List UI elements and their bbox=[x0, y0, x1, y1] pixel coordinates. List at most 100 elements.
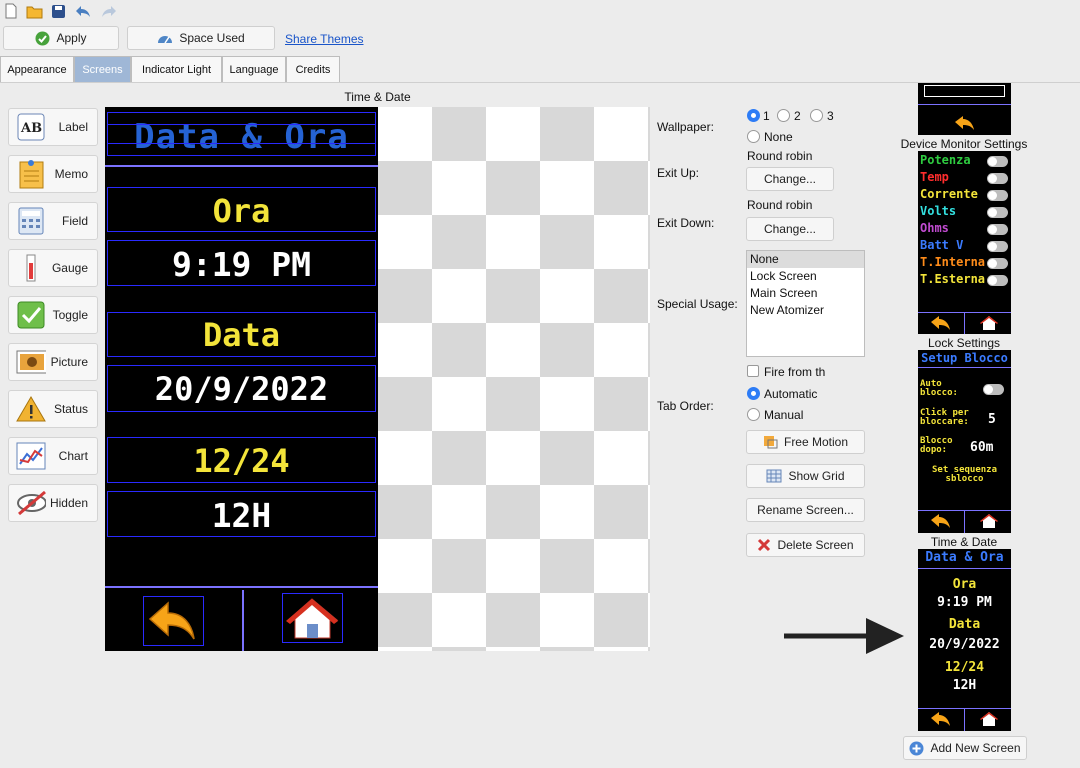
delete-screen-button[interactable]: Delete Screen bbox=[746, 533, 865, 557]
dm-item-label: Corrente bbox=[920, 187, 978, 201]
fire-checkbox[interactable] bbox=[747, 365, 759, 377]
rename-screen-button[interactable]: Rename Screen... bbox=[746, 498, 865, 522]
save-icon[interactable] bbox=[51, 4, 66, 19]
show-grid-button[interactable]: Show Grid bbox=[746, 464, 865, 488]
wallpaper-radio-none[interactable] bbox=[747, 130, 760, 143]
undo-icon[interactable] bbox=[74, 4, 92, 18]
free-motion-button[interactable]: Free Motion bbox=[746, 430, 865, 454]
lock-auto-toggle[interactable] bbox=[983, 384, 1004, 395]
dm-item-toggle[interactable] bbox=[987, 258, 1008, 269]
preview-back-arrow-icon bbox=[955, 116, 974, 130]
widget-memo[interactable]: Memo bbox=[8, 155, 98, 193]
widget-picture[interactable]: Picture bbox=[8, 343, 98, 381]
tab-order-manual-radio[interactable] bbox=[747, 408, 760, 421]
separator-line bbox=[105, 165, 378, 167]
wallpaper-opt-1: 1 bbox=[763, 109, 770, 123]
tab-credits[interactable]: Credits bbox=[286, 56, 340, 83]
add-new-screen-button[interactable]: Add New Screen bbox=[903, 736, 1027, 760]
widget-label[interactable]: AB Label bbox=[8, 108, 98, 146]
hidden-eye-icon bbox=[16, 488, 46, 518]
special-option-atomizer[interactable]: New Atomizer bbox=[747, 302, 864, 319]
dm-item-label: Potenza bbox=[920, 153, 971, 167]
exit-down-change-button[interactable]: Change... bbox=[746, 217, 834, 241]
preview-device-monitor[interactable]: Potenza Temp Corrente Volts Ohms Batt V T.Inte… bbox=[918, 151, 1011, 334]
exit-up-label: Exit Up: bbox=[657, 166, 700, 180]
exit-up-change-button[interactable]: Change... bbox=[746, 167, 834, 191]
wallpaper-radio-1[interactable] bbox=[747, 109, 760, 122]
time-field[interactable]: 9:19 PM bbox=[107, 240, 376, 286]
home-icon bbox=[286, 598, 339, 639]
open-folder-icon[interactable] bbox=[26, 4, 43, 19]
calculator-icon bbox=[16, 206, 46, 236]
widget-gauge[interactable]: Gauge bbox=[8, 249, 98, 287]
tab-appearance[interactable]: Appearance bbox=[0, 56, 74, 83]
grid-icon bbox=[766, 469, 782, 483]
td-date-text: 20/9/2022 bbox=[929, 637, 1000, 652]
footer-divider bbox=[242, 590, 244, 651]
back-button[interactable] bbox=[143, 596, 204, 646]
special-option-none[interactable]: None bbox=[747, 251, 864, 268]
preview-top-screen[interactable] bbox=[918, 83, 1011, 135]
share-themes-link[interactable]: Share Themes bbox=[285, 32, 364, 46]
wallpaper-opt-none: None bbox=[764, 130, 793, 144]
space-used-button[interactable]: Space Used bbox=[127, 26, 275, 50]
special-usage-label: Special Usage: bbox=[657, 297, 738, 311]
special-option-lock[interactable]: Lock Screen bbox=[747, 268, 864, 285]
widget-field[interactable]: Field bbox=[8, 202, 98, 240]
dm-item-toggle[interactable] bbox=[987, 241, 1008, 252]
data-label-text: Data bbox=[202, 316, 281, 354]
dm-item-label: Batt V bbox=[920, 238, 964, 252]
apply-button[interactable]: Apply bbox=[3, 26, 119, 50]
title-label[interactable]: Data & Ora bbox=[107, 112, 376, 157]
format-toggle[interactable]: 12/24 bbox=[107, 437, 376, 483]
date-field[interactable]: 20/9/2022 bbox=[107, 365, 376, 412]
lock-click-label: Click per bloccare: bbox=[920, 408, 969, 427]
widget-hidden[interactable]: Hidden bbox=[8, 484, 98, 522]
td-title-text: Data & Ora bbox=[925, 550, 1004, 565]
tab-order-automatic-radio[interactable] bbox=[747, 387, 760, 400]
new-file-icon[interactable] bbox=[4, 3, 18, 19]
widget-toggle[interactable]: Toggle bbox=[8, 296, 98, 334]
pointer-arrow-icon bbox=[784, 618, 904, 654]
special-option-main[interactable]: Main Screen bbox=[747, 285, 864, 302]
widget-chart[interactable]: Chart bbox=[8, 437, 98, 475]
dm-item-toggle[interactable] bbox=[987, 173, 1008, 184]
free-motion-icon bbox=[763, 436, 778, 449]
screen-editor[interactable]: Data & Ora Ora 9:19 PM Data 20/9/2022 12… bbox=[105, 107, 378, 651]
editor-title: Time & Date bbox=[344, 90, 411, 104]
tab-indicator-light[interactable]: Indicator Light bbox=[131, 56, 222, 83]
tab-language[interactable]: Language bbox=[222, 56, 286, 83]
td-data-text: Data bbox=[948, 617, 981, 632]
redo-icon[interactable] bbox=[100, 4, 118, 18]
ora-label[interactable]: Ora bbox=[107, 187, 376, 232]
title-label-text: Data & Ora bbox=[134, 117, 349, 157]
format-value-text: 12H bbox=[211, 496, 272, 535]
dm-item-label: T.Interna bbox=[920, 255, 986, 269]
home-button[interactable] bbox=[282, 593, 343, 643]
wallpaper-radio-3[interactable] bbox=[810, 109, 823, 122]
special-usage-list[interactable]: None Lock Screen Main Screen New Atomize… bbox=[746, 250, 865, 357]
lock-click-value: 5 bbox=[988, 412, 996, 427]
data-label[interactable]: Data bbox=[107, 312, 376, 357]
widget-status-text: Status bbox=[53, 402, 88, 416]
widget-status[interactable]: Status bbox=[8, 390, 98, 428]
dm-item-toggle[interactable] bbox=[987, 207, 1008, 218]
dm-item-toggle[interactable] bbox=[987, 275, 1008, 286]
tab-screens[interactable]: Screens bbox=[74, 56, 131, 83]
widget-label-text: Label bbox=[58, 120, 88, 134]
preview-lock-settings[interactable]: Setup Blocco Auto blocco: Click per bloc… bbox=[918, 350, 1011, 533]
dm-item-toggle[interactable] bbox=[987, 156, 1008, 167]
td-ora-text: Ora bbox=[952, 577, 977, 592]
wallpaper-radio-2[interactable] bbox=[777, 109, 790, 122]
free-motion-label: Free Motion bbox=[783, 435, 849, 449]
lock-home-icon bbox=[980, 514, 998, 528]
widget-hidden-text: Hidden bbox=[49, 496, 88, 510]
dm-item-toggle[interactable] bbox=[987, 224, 1008, 235]
td-time-text: 9:19 PM bbox=[937, 595, 992, 610]
dm-item-toggle[interactable] bbox=[987, 190, 1008, 201]
format-value-field[interactable]: 12H bbox=[107, 491, 376, 537]
widget-memo-text: Memo bbox=[54, 167, 88, 181]
show-grid-label: Show Grid bbox=[788, 469, 845, 483]
preview-time-date[interactable]: Data & Ora Ora 9:19 PM Data 20/9/2022 12… bbox=[918, 549, 1011, 731]
gauge-icon bbox=[158, 36, 173, 44]
